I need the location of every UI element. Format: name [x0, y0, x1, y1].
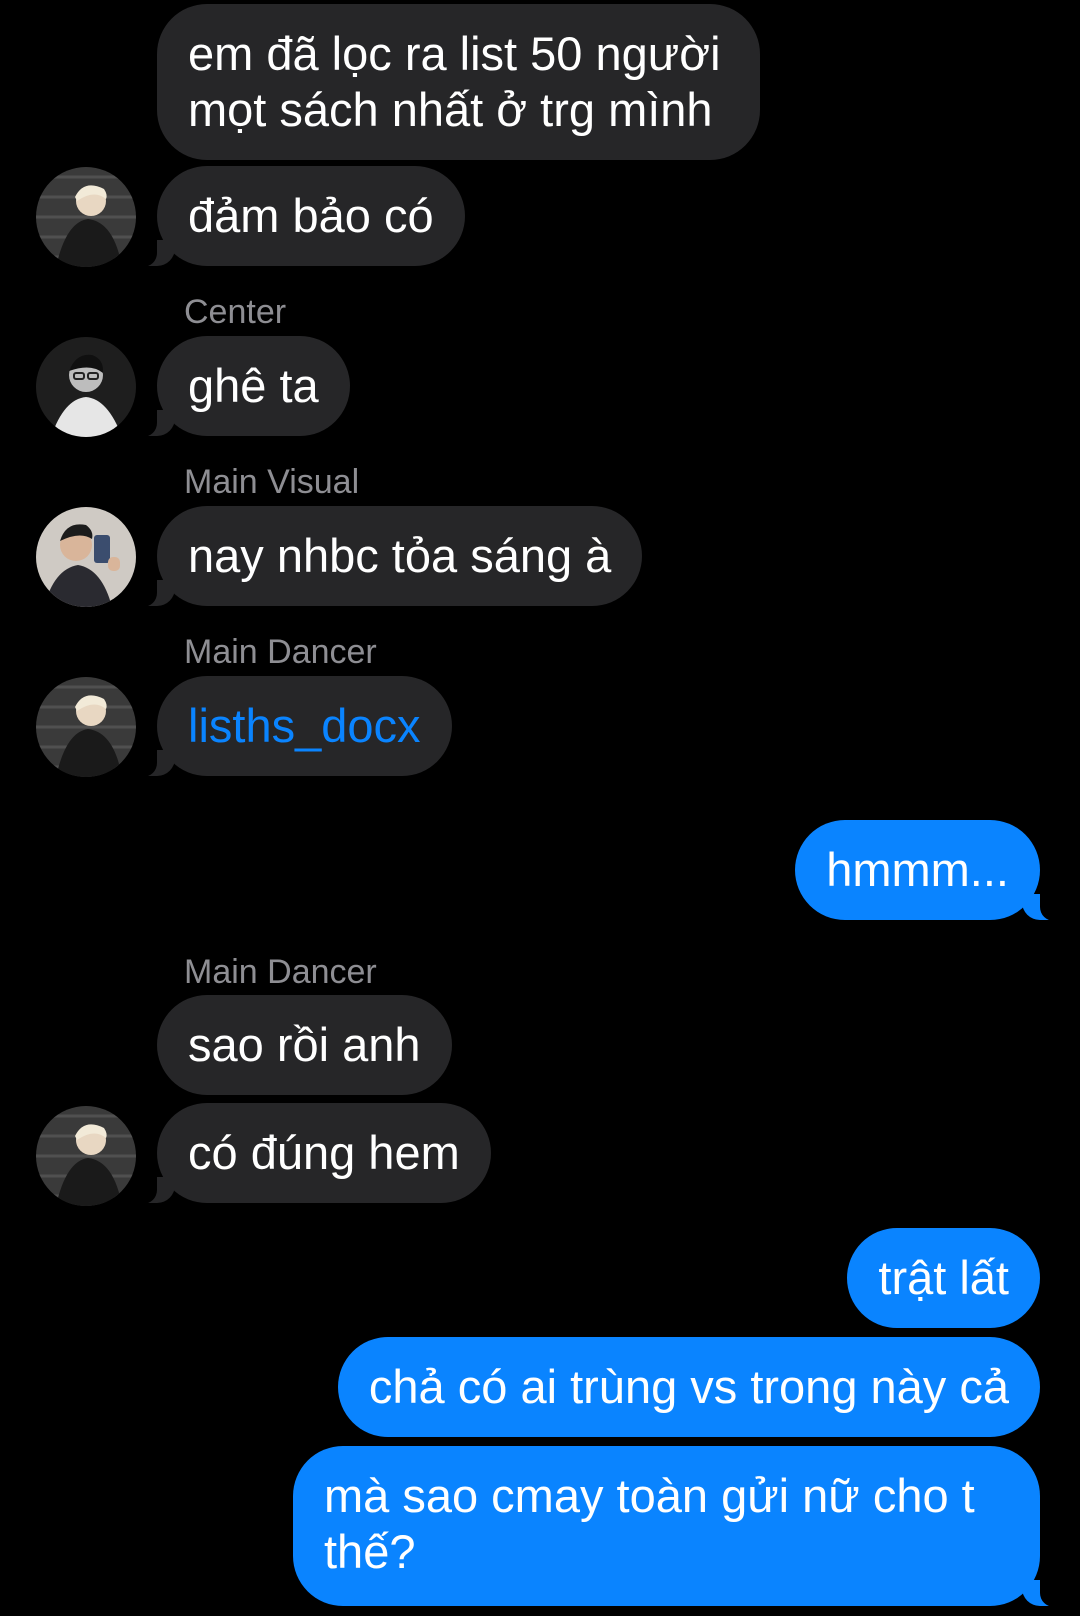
message-text: em đã lọc ra list 50 người [188, 27, 721, 80]
avatar[interactable] [36, 677, 136, 777]
avatar-photo-man-glasses-icon [36, 337, 136, 437]
avatar[interactable] [36, 337, 136, 437]
message-text: trật lất [878, 1251, 1009, 1304]
outgoing-message[interactable]: trật lất [847, 1228, 1040, 1328]
message-text: sao rồi anh [188, 1018, 421, 1071]
avatar[interactable] [36, 167, 136, 267]
avatar-photo-blond-man-icon [36, 677, 136, 777]
incoming-message[interactable]: em đã lọc ra list 50 người mọt sách nhất… [157, 4, 760, 160]
message-text: thế? [324, 1525, 416, 1578]
message-text: mọt sách nhất ở trg mình [188, 83, 713, 136]
message-text: nay nhbc tỏa sáng à [188, 529, 612, 582]
incoming-message[interactable]: đảm bảo có [133, 166, 465, 267]
sender-name: Main Dancer [184, 633, 377, 671]
message-text: ghê ta [188, 359, 319, 412]
incoming-message[interactable]: có đúng hem [133, 1103, 491, 1204]
message-link[interactable]: lisths_docx [188, 699, 421, 752]
incoming-message[interactable]: lisths_docx [133, 676, 452, 777]
avatar[interactable] [36, 507, 136, 607]
outgoing-message[interactable]: chả có ai trùng vs trong này cả [337, 1337, 1040, 1437]
message-text: chả có ai trùng vs trong này cả [368, 1360, 1009, 1413]
sender-name: Center [184, 293, 287, 331]
outgoing-message[interactable]: hmmm... [795, 820, 1064, 921]
sender-name: Main Visual [184, 463, 360, 501]
incoming-message[interactable]: ghê ta [133, 336, 350, 437]
incoming-message[interactable]: sao rồi anh [157, 995, 452, 1095]
message-text: mà sao cmay toàn gửi nữ cho t [324, 1469, 975, 1522]
message-text: có đúng hem [188, 1126, 460, 1179]
avatar-photo-man-selfie-icon [36, 507, 136, 607]
incoming-message[interactable]: nay nhbc tỏa sáng à [132, 506, 643, 607]
avatar-photo-blond-man-icon [36, 1106, 136, 1206]
avatar-photo-blond-man-icon [36, 167, 136, 267]
sender-name: Main Dancer [184, 953, 377, 991]
message-text: hmmm... [826, 843, 1009, 896]
message-text: đảm bảo có [188, 189, 434, 242]
outgoing-message[interactable]: mà sao cmay toàn gửi nữ cho t thế? [293, 1446, 1064, 1607]
avatar[interactable] [36, 1106, 136, 1206]
